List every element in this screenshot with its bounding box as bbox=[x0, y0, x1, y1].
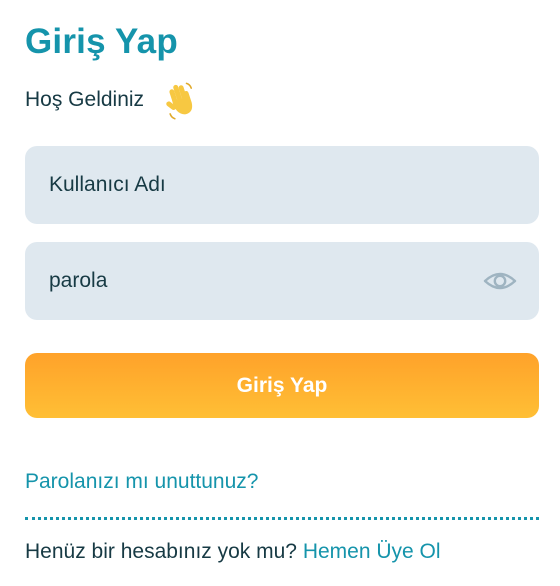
password-field[interactable] bbox=[25, 242, 539, 320]
login-button[interactable]: Giriş Yap bbox=[25, 353, 539, 418]
waving-hand-icon bbox=[166, 82, 193, 120]
signup-link[interactable]: Hemen Üye Ol bbox=[303, 540, 441, 563]
login-page: Giriş Yap Hoş Geldiniz Kullanıcı Adı Gir… bbox=[0, 0, 560, 586]
welcome-text: Hoş Geldiniz bbox=[25, 88, 145, 111]
eye-icon[interactable] bbox=[483, 269, 517, 293]
username-field[interactable] bbox=[25, 146, 539, 224]
page-title: Giriş Yap bbox=[25, 22, 178, 61]
welcome-row: Hoş Geldiniz bbox=[25, 80, 201, 120]
divider bbox=[25, 517, 539, 520]
forgot-password-link[interactable]: Parolanızı mı unuttunuz? bbox=[25, 470, 258, 494]
password-input[interactable] bbox=[25, 242, 539, 320]
username-input[interactable] bbox=[25, 146, 539, 224]
signup-prompt: Henüz bir hesabınız yok mu? bbox=[25, 540, 297, 563]
signup-row: Henüz bir hesabınız yok mu? Hemen Üye Ol bbox=[25, 540, 441, 564]
